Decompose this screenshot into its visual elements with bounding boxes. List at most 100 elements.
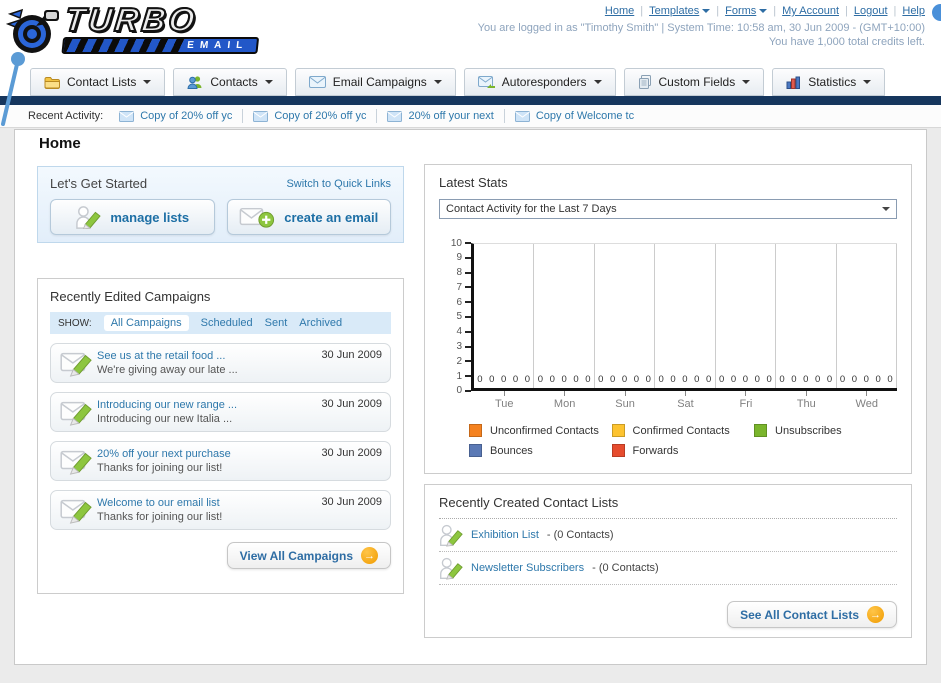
latest-stats-panel: Latest Stats Contact Activity for the La… — [424, 164, 912, 474]
credits-info: You have 1,000 total credits left. — [768, 36, 925, 48]
contact-list-item[interactable]: Exhibition List - (0 Contacts) — [439, 519, 897, 552]
arrow-right-icon: → — [361, 547, 378, 564]
nav-forms-link[interactable]: Forms — [725, 5, 768, 17]
chevron-down-icon — [863, 80, 872, 84]
show-label: SHOW: — [58, 317, 92, 329]
legend-item: Unsubscribes — [754, 424, 897, 437]
data-value-label: 0 — [742, 374, 749, 385]
statistics-icon — [786, 76, 801, 89]
nav-home-link[interactable]: Home — [605, 5, 634, 17]
legend-label: Confirmed Contacts — [632, 424, 730, 437]
manage-lists-button[interactable]: manage lists — [50, 199, 215, 235]
activity-item-label: Copy of 20% off yc — [140, 110, 233, 122]
campaign-text: 20% off your next purchase Thanks for jo… — [97, 447, 321, 475]
legend-item: Unconfirmed Contacts — [469, 424, 612, 437]
contact-activity-chart: 10 9 8 7 6 5 4 3 2 1 0 000000000000000000000000000… — [439, 238, 897, 457]
envelope-pencil-icon — [60, 499, 92, 524]
nav-logout-link[interactable]: Logout — [854, 5, 888, 17]
envelope-pencil-icon — [60, 352, 92, 377]
chart-legend: Unconfirmed Contacts Confirmed Contacts Un… — [469, 424, 897, 457]
data-value-label: 0 — [730, 374, 737, 385]
see-all-contact-lists-button[interactable]: See All Contact Lists → — [727, 601, 897, 628]
tab-contacts[interactable]: Contacts — [173, 68, 287, 96]
legend-item: Confirmed Contacts — [611, 424, 755, 437]
campaign-title-link[interactable]: Welcome to our email list — [97, 496, 321, 510]
campaign-text: Introducing our new range ... Introducin… — [97, 398, 321, 426]
contact-list-name-link[interactable]: Newsletter Subscribers — [471, 562, 584, 574]
campaigns-filter-bar: SHOW: All Campaigns Scheduled Sent Archi… — [50, 312, 391, 334]
tab-email-campaigns[interactable]: Email Campaigns — [294, 68, 456, 96]
arrow-right-icon: → — [867, 606, 884, 623]
activity-item[interactable]: Copy of 20% off yc — [253, 110, 366, 122]
tab-label: Contact Lists — [67, 75, 137, 89]
create-email-button[interactable]: create an email — [226, 199, 391, 235]
data-value-label: 0 — [610, 374, 616, 385]
campaign-text: See us at the retail food ... We're givi… — [97, 349, 321, 377]
tab-label: Autoresponders — [501, 75, 587, 89]
legend-item: Forwards — [611, 444, 755, 457]
person-pencil-icon — [440, 524, 463, 547]
campaign-subtitle: Introducing our new Italia ... — [97, 413, 233, 425]
chart-day-column: 00000 — [655, 244, 716, 388]
data-value-label: 0 — [537, 374, 543, 385]
campaign-text: Welcome to our email list Thanks for joi… — [97, 496, 321, 524]
envelope-icon — [253, 110, 269, 122]
tab-autoresponders[interactable]: Autoresponders — [463, 68, 616, 96]
view-all-campaigns-button[interactable]: View All Campaigns → — [226, 542, 391, 569]
contact-list-item[interactable]: Newsletter Subscribers - (0 Contacts) — [439, 552, 897, 585]
envelope-icon — [387, 110, 403, 122]
app-logo: TURBO EMAIL — [6, 0, 260, 56]
tab-label: Email Campaigns — [332, 75, 427, 89]
page: TURBO EMAIL Home | Templates | Forms | My Acco… — [0, 0, 941, 683]
navy-divider-bar — [0, 96, 941, 105]
manage-lists-label: manage lists — [110, 209, 190, 225]
campaign-list-item[interactable]: Introducing our new range ... Introducin… — [50, 392, 391, 432]
nav-my-account-link[interactable]: My Account — [782, 5, 839, 17]
turbo-icon — [6, 8, 59, 53]
nav-separator: | — [845, 5, 848, 17]
filter-archived[interactable]: Archived — [299, 317, 342, 329]
x-tick — [837, 391, 897, 396]
envelope-icon — [514, 110, 530, 122]
campaign-title-link[interactable]: See us at the retail food ... — [97, 349, 321, 363]
tab-custom-fields[interactable]: Custom Fields — [623, 68, 765, 96]
activity-item[interactable]: 20% off your next — [387, 110, 494, 122]
x-axis-label: Fri — [739, 398, 753, 410]
nav-separator: | — [640, 5, 644, 17]
filter-scheduled[interactable]: Scheduled — [201, 317, 253, 329]
legend-swatch-icon — [611, 444, 625, 457]
chevron-down-icon — [264, 80, 273, 84]
campaign-date: 30 Jun 2009 — [321, 349, 382, 361]
campaign-date: 30 Jun 2009 — [321, 398, 382, 410]
tab-contact-lists[interactable]: Contact Lists — [30, 68, 166, 96]
data-value-label: 0 — [645, 374, 651, 385]
chart-x-ticks — [474, 391, 897, 396]
contacts-icon — [187, 76, 202, 89]
campaigns-panel: Recently Edited Campaigns SHOW: All Camp… — [37, 278, 404, 594]
campaign-list-item[interactable]: Welcome to our email list Thanks for joi… — [50, 490, 391, 530]
filter-sent[interactable]: Sent — [265, 317, 288, 329]
contact-list-count: - (0 Contacts) — [546, 529, 614, 541]
nav-templates-link[interactable]: Templates — [649, 5, 711, 17]
logo-stripes — [63, 39, 184, 52]
campaign-title-link[interactable]: 20% off your next purchase — [97, 447, 321, 461]
data-value-label: 0 — [477, 374, 483, 385]
switch-quick-links[interactable]: Switch to Quick Links — [286, 178, 391, 190]
filter-all-campaigns[interactable]: All Campaigns — [103, 315, 189, 331]
stats-period-select[interactable]: Contact Activity for the Last 7 Days — [439, 199, 897, 219]
campaign-list-item[interactable]: See us at the retail food ... We're givi… — [50, 343, 391, 383]
tab-statistics[interactable]: Statistics — [772, 68, 886, 96]
nav-help-link[interactable]: Help — [902, 5, 925, 17]
data-value-label: 0 — [598, 374, 604, 385]
campaign-list-item[interactable]: 20% off your next purchase Thanks for jo… — [50, 441, 391, 481]
contact-list-name-link[interactable]: Exhibition List — [471, 529, 539, 541]
logo-email-bar: EMAIL — [61, 37, 260, 54]
campaign-title-link[interactable]: Introducing our new range ... — [97, 398, 321, 412]
x-tick — [716, 391, 776, 396]
data-value-label: 0 — [718, 374, 725, 385]
x-axis-label: Thu — [796, 398, 816, 410]
data-value-label: 0 — [791, 374, 797, 385]
chart-plot-area: 00000000000000000000000000000000000 — [471, 243, 897, 391]
activity-item[interactable]: Copy of 20% off yc — [119, 110, 232, 122]
activity-item[interactable]: Copy of Welcome tc — [514, 110, 634, 122]
